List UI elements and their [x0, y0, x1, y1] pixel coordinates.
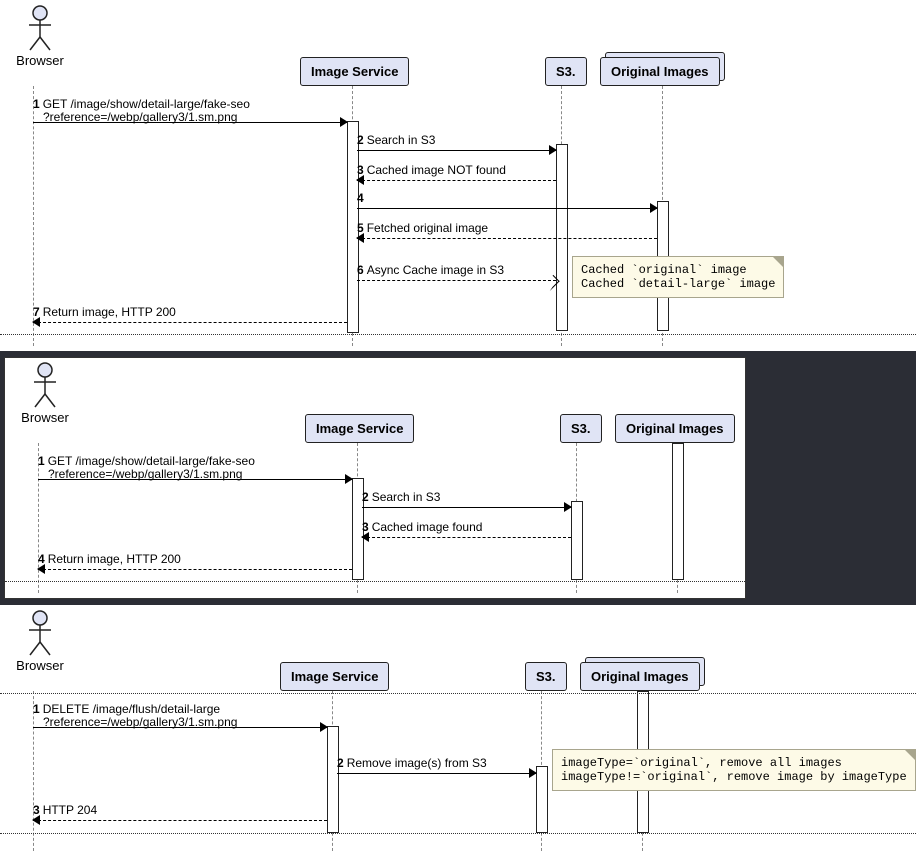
message-2: 2Remove image(s) from S3 [337, 759, 536, 777]
note-cache: Cached `original` image Cached `detail-l… [572, 256, 784, 298]
message-1: 1DELETE /image/flush/detail-large?refere… [33, 713, 327, 731]
actor-browser: Browser [5, 362, 85, 425]
participant-s3: S3. [545, 57, 587, 86]
actor-browser: Browser [0, 5, 80, 68]
message-4: 4Return image, HTTP 200 [38, 555, 352, 573]
message-3: 3HTTP 204 [33, 806, 327, 824]
participant-original-images: Original Images [580, 662, 700, 691]
message-7: 7Return image, HTTP 200 [33, 308, 347, 326]
activation-image-service [327, 726, 339, 833]
sequence-diagram-flush: Browser Image Service S3. Original Image… [0, 605, 916, 856]
actor-browser: Browser [0, 610, 80, 673]
message-5: 5Fetched original image [357, 224, 657, 242]
participant-original-images: Original Images [615, 414, 735, 443]
activation-s3 [536, 766, 548, 833]
stick-figure-icon [31, 362, 59, 408]
end-divider [0, 833, 916, 834]
stick-figure-icon [26, 5, 54, 51]
activation-original-images [672, 443, 684, 580]
participant-image-service: Image Service [300, 57, 409, 86]
message-1: 1GET /image/show/detail-large/fake-seo?r… [38, 465, 352, 483]
top-divider [0, 693, 916, 694]
end-divider [0, 334, 916, 335]
participant-image-service: Image Service [305, 414, 414, 443]
message-1: 1GET /image/show/detail-large/fake-seo?r… [33, 108, 347, 126]
message-4: 4 [357, 194, 657, 212]
participant-browser-label: Browser [0, 53, 80, 68]
message-3: 3Cached image found [362, 523, 571, 541]
note-flush: imageType=`original`, remove all images … [552, 749, 916, 791]
participant-s3: S3. [560, 414, 602, 443]
participant-browser-label: Browser [5, 410, 85, 425]
sequence-diagram-cache-miss: Browser Image Service S3. Original Image… [0, 0, 916, 351]
sequence-diagram-cache-hit: Browser Image Service S3. Original Image… [4, 357, 746, 599]
participant-browser-label: Browser [0, 658, 80, 673]
participant-original-images: Original Images [600, 57, 720, 86]
stick-figure-icon [26, 610, 54, 656]
message-3: 3Cached image NOT found [357, 166, 556, 184]
participant-s3: S3. [525, 662, 567, 691]
message-6: 6Async Cache image in S3 [357, 266, 556, 284]
dark-band-wrapper: Browser Image Service S3. Original Image… [0, 351, 916, 605]
message-2: 2Search in S3 [357, 136, 556, 154]
end-divider [5, 581, 745, 582]
participant-image-service: Image Service [280, 662, 389, 691]
activation-s3 [571, 501, 583, 580]
message-2: 2Search in S3 [362, 493, 571, 511]
